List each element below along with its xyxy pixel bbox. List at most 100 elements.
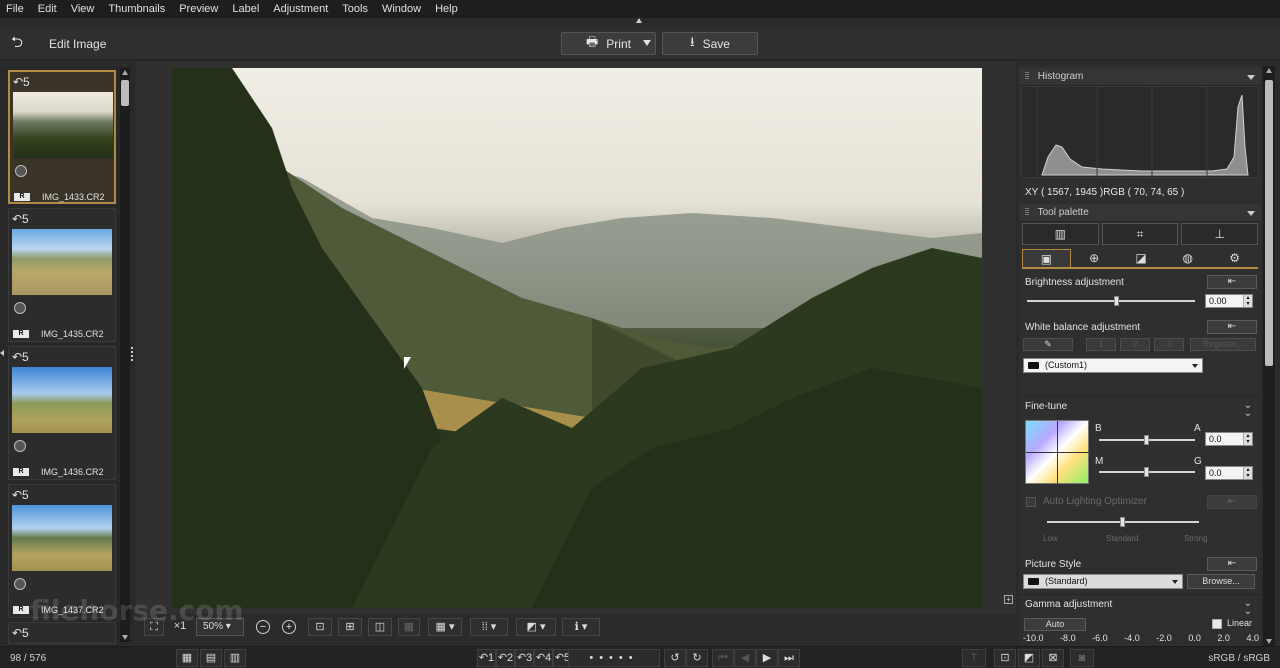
next-image-icon[interactable]: ▶ — [756, 649, 778, 667]
rating-3-button[interactable]: ↶3 — [515, 649, 534, 667]
chevron-down-icon[interactable] — [1247, 75, 1255, 80]
back-icon[interactable]: ⮌ — [6, 34, 28, 52]
tool-palette-header[interactable]: Tool palette — [1019, 204, 1261, 222]
menu-window[interactable]: Window — [382, 3, 421, 15]
chevron-double-down-icon[interactable]: ⌄ ⌄ — [1243, 599, 1253, 617]
auto-lighting-reset-button[interactable]: ⇤ — [1207, 495, 1257, 509]
menu-thumbnails[interactable]: Thumbnails — [108, 3, 165, 15]
color-tab-icon[interactable]: ◍ — [1164, 249, 1211, 267]
frame-icon[interactable]: ⊡ — [994, 649, 1016, 667]
thumbnail-item[interactable]: ↶5 R IMG_1433.CR2 — [8, 70, 116, 204]
settings-tab-icon[interactable]: ⚙ — [1211, 249, 1258, 267]
rotate-left-icon[interactable]: ↺ — [664, 649, 686, 667]
scroll-up-icon[interactable] — [122, 70, 128, 75]
histogram-toggle-icon[interactable]: ◩ — [1018, 649, 1040, 667]
scrollbar-thumb[interactable] — [1265, 80, 1273, 366]
info-icon[interactable]: ℹ ▾ — [562, 618, 600, 636]
crop-tab-icon[interactable]: ⌗ — [1101, 223, 1179, 245]
main-image-preview[interactable] — [172, 68, 982, 608]
guides-icon[interactable]: ⁞⁞ ▾ — [470, 618, 508, 636]
picture-style-select[interactable]: (Standard) — [1023, 574, 1183, 589]
previous-image-icon[interactable]: ◀ — [734, 649, 756, 667]
fullscreen-icon[interactable]: ⊠ — [1042, 649, 1064, 667]
right-panel-scrollbar[interactable] — [1263, 66, 1275, 646]
af-point-icon[interactable]: ⊡ — [308, 618, 332, 636]
chevron-down-icon[interactable] — [1247, 211, 1255, 216]
print-button[interactable]: 🖶 Print — [561, 32, 656, 55]
menu-view[interactable]: View — [71, 3, 95, 15]
camera-icon[interactable]: ◙ — [1070, 649, 1094, 667]
thumbnail-scrollbar[interactable] — [120, 68, 130, 642]
color-wheel[interactable] — [1025, 420, 1090, 485]
grid-view-icon[interactable]: ▦ — [176, 649, 198, 667]
chevron-double-down-icon[interactable]: ⌄ ⌄ — [1243, 401, 1253, 419]
rating-4-button[interactable]: ↶4 — [534, 649, 553, 667]
spinner-icon[interactable]: ▴ ▾ — [1243, 295, 1252, 307]
wb-register-1-button[interactable]: 1 — [1086, 338, 1116, 351]
menu-tools[interactable]: Tools — [342, 3, 368, 15]
rotate-right-icon[interactable]: ↻ — [686, 649, 708, 667]
zoom-out-icon[interactable]: − — [256, 620, 270, 634]
wb-register-button[interactable]: Register... — [1190, 338, 1256, 351]
collapse-left-icon[interactable] — [0, 350, 4, 356]
eyedropper-button[interactable]: ✎ — [1023, 338, 1073, 351]
spinner-icon[interactable]: ▴ ▾ — [1243, 467, 1252, 479]
brightness-slider[interactable] — [1027, 296, 1195, 306]
first-image-icon[interactable]: ⏮ — [712, 649, 734, 667]
scroll-up-icon[interactable] — [1266, 68, 1272, 73]
histogram-header[interactable]: Histogram — [1019, 68, 1261, 86]
menu-file[interactable]: File — [6, 3, 24, 15]
brightness-value-field[interactable]: 0.00 ▴ ▾ — [1205, 294, 1253, 308]
curve-tab-icon[interactable]: ◪ — [1118, 249, 1165, 267]
slider-knob[interactable] — [1144, 435, 1149, 445]
rating-1-button[interactable]: ↶1 — [477, 649, 496, 667]
picture-style-reset-button[interactable]: ⇤ — [1207, 557, 1257, 571]
collapse-toolbar-icon[interactable] — [636, 18, 642, 23]
white-balance-reset-button[interactable]: ⇤ — [1207, 320, 1257, 334]
wb-register-3-button[interactable]: 3 — [1154, 338, 1184, 351]
ba-value-field[interactable]: 0.0 ▴ ▾ — [1205, 432, 1253, 446]
grid-icon[interactable]: ▦ ▾ — [428, 618, 462, 636]
gamma-auto-button[interactable]: Auto — [1024, 618, 1086, 631]
display-mode-icon[interactable]: ◩ ▾ — [516, 618, 556, 636]
thumbnail-item[interactable]: ↶5 R IMG_1435.CR2 — [8, 208, 116, 342]
mg-value-field[interactable]: 0.0 ▴ ▾ — [1205, 466, 1253, 480]
slider-knob[interactable] — [1144, 467, 1149, 477]
compare-icon[interactable]: ▦ — [398, 618, 420, 636]
print-dropdown-icon[interactable] — [643, 40, 651, 46]
rating-2-button[interactable]: ↶2 — [496, 649, 515, 667]
linear-checkbox[interactable] — [1212, 619, 1222, 629]
text-tool-icon[interactable]: T — [962, 649, 986, 667]
white-balance-select[interactable]: (Custom1) — [1023, 358, 1203, 373]
zoom-in-icon[interactable]: + — [282, 620, 296, 634]
basic-tab-icon[interactable]: ▣ — [1022, 249, 1071, 267]
scrollbar-thumb[interactable] — [121, 80, 129, 106]
wb-register-2-button[interactable]: 2 — [1120, 338, 1150, 351]
basic-adjust-tab-icon[interactable]: ▥ — [1022, 223, 1099, 245]
fit-window-icon[interactable]: + — [1004, 595, 1013, 604]
scroll-down-icon[interactable] — [1266, 639, 1272, 644]
brightness-reset-button[interactable]: ⇤ — [1207, 275, 1257, 289]
save-button[interactable]: ⭳ Save — [662, 32, 758, 55]
highlight-warning-icon[interactable]: ⊞ — [338, 618, 362, 636]
ba-slider[interactable] — [1099, 435, 1195, 445]
scroll-down-icon[interactable] — [122, 635, 128, 640]
auto-lighting-checkbox[interactable] — [1026, 497, 1036, 507]
browse-button[interactable]: Browse... — [1187, 574, 1255, 589]
last-image-icon[interactable]: ⏭ — [778, 649, 800, 667]
menu-preview[interactable]: Preview — [179, 3, 218, 15]
strip-resize-handle[interactable] — [131, 347, 135, 363]
menu-help[interactable]: Help — [435, 3, 458, 15]
filmstrip-view-icon[interactable]: ▥ — [224, 649, 246, 667]
slider-knob[interactable] — [1120, 517, 1125, 527]
list-view-icon[interactable]: ▤ — [200, 649, 222, 667]
detail-tab-icon[interactable]: ⊕ — [1071, 249, 1118, 267]
menu-edit[interactable]: Edit — [38, 3, 57, 15]
mg-slider[interactable] — [1099, 467, 1195, 477]
slider-knob[interactable] — [1114, 296, 1119, 306]
menu-label[interactable]: Label — [232, 3, 259, 15]
auto-lighting-slider[interactable] — [1047, 517, 1199, 527]
menu-adjustment[interactable]: Adjustment — [273, 3, 328, 15]
label-dots[interactable]: ••••• — [568, 649, 660, 667]
thumbnail-item[interactable]: ↶5 R IMG_1436.CR2 — [8, 346, 116, 480]
